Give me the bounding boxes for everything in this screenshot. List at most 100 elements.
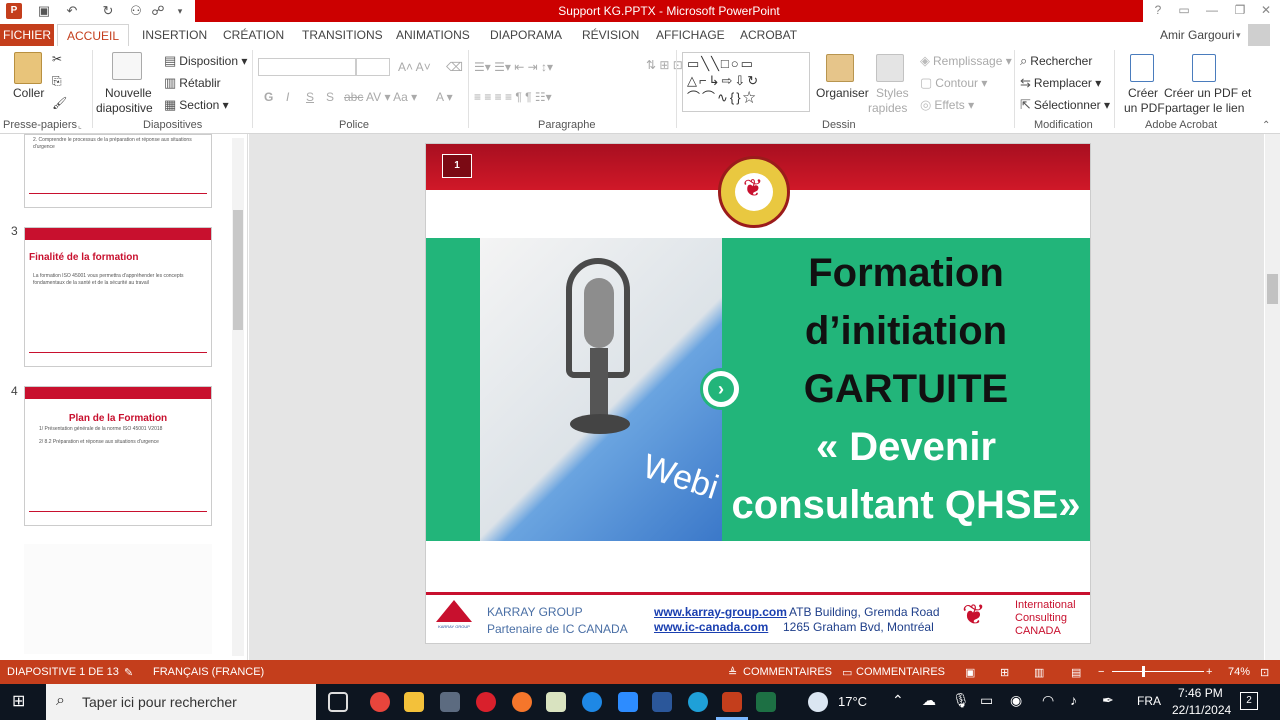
quick-styles-icon[interactable] bbox=[876, 54, 904, 82]
shapes-gallery[interactable]: ▭╲╲□○▭ △⌐↳⇨⇩↻ ⌒⌒∿{}☆ bbox=[682, 52, 810, 112]
notification-icon[interactable]: 2 bbox=[1240, 692, 1258, 710]
clock-time[interactable]: 7:46 PM bbox=[1178, 686, 1223, 700]
editor-scroll-thumb[interactable] bbox=[1267, 274, 1278, 304]
create-pdf-icon[interactable] bbox=[1130, 54, 1154, 82]
touch-icon[interactable]: ☍ bbox=[150, 3, 166, 19]
slide-thumbnail-5-faded[interactable] bbox=[24, 544, 212, 654]
align-icons[interactable]: ≡ ≡ ≡ ≡ ¶ ¶ ☷▾ bbox=[474, 90, 552, 104]
sorter-view-icon[interactable]: ⊞ bbox=[1000, 666, 1009, 679]
share-pdf-button[interactable]: Créer un PDF et bbox=[1164, 86, 1251, 100]
zoom-out-icon[interactable]: − bbox=[1098, 666, 1104, 678]
share-pdf-icon[interactable] bbox=[1192, 54, 1216, 82]
normal-view-icon[interactable]: ▣ bbox=[965, 666, 975, 679]
input-language[interactable]: FRA bbox=[1137, 694, 1161, 708]
avatar[interactable] bbox=[1248, 24, 1270, 46]
quick-styles-button[interactable]: Styles bbox=[876, 86, 909, 100]
tab-animations[interactable]: ANIMATIONS bbox=[396, 24, 470, 46]
app-icon-2[interactable] bbox=[546, 692, 566, 712]
section-button[interactable]: Section bbox=[179, 98, 219, 112]
opera-icon[interactable] bbox=[476, 692, 496, 712]
copy-icon[interactable]: ⎘ bbox=[52, 74, 62, 89]
language-indicator[interactable]: FRANÇAIS (FRANCE) bbox=[153, 666, 264, 678]
tray-expand-icon[interactable]: ⌃ bbox=[892, 692, 904, 709]
outline-button[interactable]: Contour bbox=[935, 76, 978, 90]
slide-title[interactable]: Formation d’initiation GARTUITE « Deveni… bbox=[722, 244, 1090, 534]
thumb-scroll-thumb[interactable] bbox=[233, 210, 243, 330]
strike-button[interactable]: abc bbox=[344, 90, 363, 104]
create-pdf-button-2[interactable]: un PDF bbox=[1124, 101, 1165, 115]
volume-icon[interactable]: ♪ bbox=[1070, 692, 1077, 708]
tab-insertion[interactable]: INSERTION bbox=[142, 24, 207, 46]
dialog-launcher-icon[interactable]: ⌞ bbox=[78, 121, 82, 130]
word-icon[interactable] bbox=[652, 692, 672, 712]
clear-format-icon[interactable]: ⌫ bbox=[446, 60, 463, 74]
wifi-icon[interactable]: ◠ bbox=[1042, 692, 1054, 709]
tab-creation[interactable]: CRÉATION bbox=[223, 24, 284, 46]
shadow-button[interactable]: S bbox=[326, 90, 334, 104]
zoom-slider[interactable] bbox=[1112, 671, 1204, 672]
spacing-icon[interactable]: AV ▾ Aa ▾ bbox=[366, 90, 417, 104]
tab-accueil[interactable]: ACCUEIL bbox=[57, 24, 129, 46]
maximize-button[interactable]: ❐ bbox=[1230, 3, 1250, 19]
spellcheck-icon[interactable]: ✎ bbox=[124, 666, 133, 679]
cut-icon[interactable]: ✂ bbox=[52, 52, 62, 66]
new-slide-icon[interactable] bbox=[112, 52, 142, 80]
create-pdf-button[interactable]: Créer bbox=[1128, 86, 1158, 100]
slide-thumbnail-2[interactable]: 2. Comprendre le processus de la prépara… bbox=[24, 134, 212, 208]
slide-counter[interactable]: DIAPOSITIVE 1 DE 13 bbox=[7, 666, 119, 678]
new-slide-label-2[interactable]: diapositive bbox=[96, 101, 153, 115]
edge-icon[interactable] bbox=[688, 692, 708, 712]
tab-acrobat[interactable]: ACROBAT bbox=[740, 24, 797, 46]
fit-slide-icon[interactable]: ⊡ bbox=[1260, 666, 1269, 679]
arrange-icon[interactable] bbox=[826, 54, 854, 82]
chrome-icon[interactable] bbox=[370, 692, 390, 712]
zoom-slider-thumb[interactable] bbox=[1142, 666, 1145, 677]
arrange-button[interactable]: Organiser bbox=[816, 86, 869, 100]
quick-styles-button-2[interactable]: rapides bbox=[868, 101, 907, 115]
italic-button[interactable]: I bbox=[286, 90, 289, 104]
task-view-icon[interactable] bbox=[328, 692, 348, 712]
reset-button[interactable]: Rétablir bbox=[179, 76, 220, 90]
paste-button[interactable]: Coller bbox=[13, 86, 44, 100]
redo-icon[interactable]: ↻ bbox=[100, 3, 116, 19]
help-button[interactable]: ? bbox=[1148, 3, 1168, 19]
effects-button[interactable]: Effets bbox=[934, 98, 964, 112]
comments-button[interactable]: COMMENTAIRES bbox=[856, 666, 945, 678]
slideshow-view-icon[interactable]: ▤ bbox=[1071, 666, 1081, 679]
font-color-icon[interactable]: A ▾ bbox=[436, 90, 453, 104]
file-explorer-icon[interactable] bbox=[404, 692, 424, 712]
footer-url-ic[interactable]: www.ic-canada.com bbox=[654, 620, 768, 634]
pen-icon[interactable]: ✒ bbox=[1102, 692, 1114, 709]
zoom-level[interactable]: 74% bbox=[1228, 666, 1250, 678]
tab-fichier[interactable]: FICHIER bbox=[0, 24, 54, 46]
text-direction-icons[interactable]: ⇅ ⊞ ⊡ bbox=[646, 58, 683, 72]
fill-button[interactable]: Remplissage bbox=[933, 54, 1002, 68]
taskbar-search-box[interactable]: ⌕ Taper ici pour rechercher bbox=[46, 684, 316, 720]
monitor-icon[interactable]: ▭ bbox=[980, 692, 993, 709]
customize-qat-icon[interactable]: ▾ bbox=[172, 3, 188, 19]
share-pdf-button-2[interactable]: partager le lien bbox=[1165, 101, 1244, 115]
slide-thumbnail-4[interactable]: Plan de la Formation 1/ Présentation gén… bbox=[24, 386, 212, 526]
app-icon-3[interactable] bbox=[582, 692, 602, 712]
footer-url-karray[interactable]: www.karray-group.com bbox=[654, 605, 787, 619]
user-name[interactable]: Amir Gargouri bbox=[1160, 24, 1235, 46]
tab-revision[interactable]: RÉVISION bbox=[582, 24, 639, 46]
user-dropdown-icon[interactable]: ▾ bbox=[1236, 30, 1241, 41]
minimize-button[interactable]: — bbox=[1202, 3, 1222, 19]
app-icon-1[interactable] bbox=[440, 692, 460, 712]
zoom-icon[interactable] bbox=[618, 692, 638, 712]
new-slide-label[interactable]: Nouvelle bbox=[105, 86, 152, 100]
excel-icon[interactable] bbox=[756, 692, 776, 712]
weather-temp[interactable]: 17°C bbox=[838, 694, 867, 709]
save-icon[interactable]: ▣ bbox=[36, 3, 52, 19]
format-painter-icon[interactable]: 🖌 bbox=[52, 96, 67, 110]
slide-thumbnail-3[interactable]: Finalité de la formation La formation IS… bbox=[24, 227, 212, 367]
tab-affichage[interactable]: AFFICHAGE bbox=[656, 24, 725, 46]
tab-diaporama[interactable]: DIAPORAMA bbox=[490, 24, 562, 46]
windows-start-icon[interactable]: ⊞ bbox=[12, 693, 30, 711]
paste-icon[interactable] bbox=[14, 52, 42, 84]
reading-view-icon[interactable]: ▥ bbox=[1034, 666, 1044, 679]
grow-font-icon[interactable]: A˄ A˅ bbox=[398, 60, 431, 74]
zoom-in-icon[interactable]: + bbox=[1206, 666, 1212, 678]
font-name-box[interactable] bbox=[258, 58, 356, 76]
